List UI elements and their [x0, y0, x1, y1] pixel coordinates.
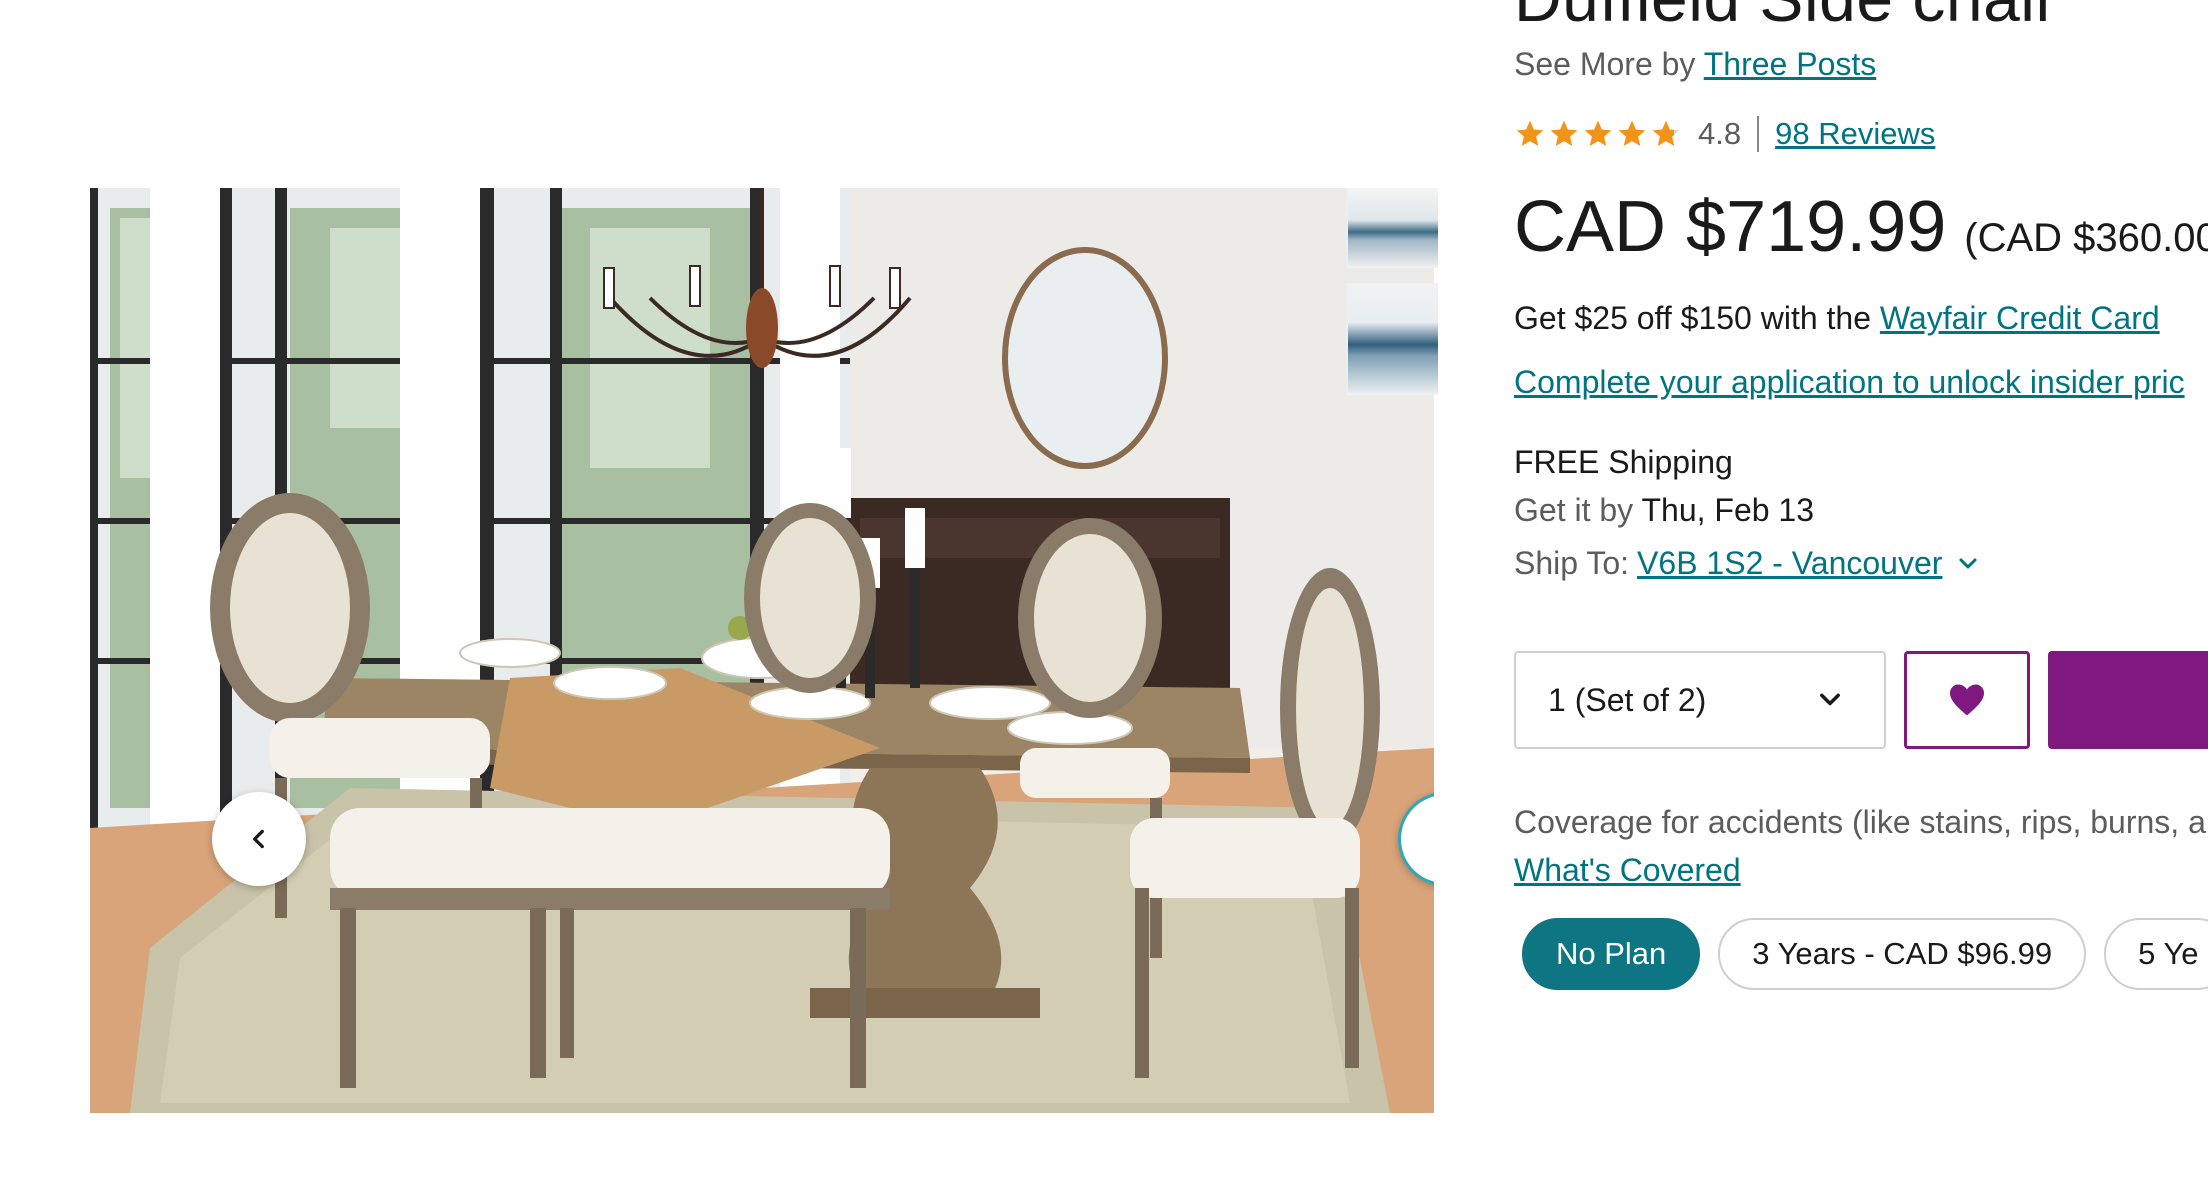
product-info: Duffield Side chair See More by Three Po… — [1514, 0, 2208, 1178]
brand-byline: See More by Three Posts — [1514, 46, 1876, 83]
delivery-date: Thu, Feb 13 — [1641, 492, 1815, 528]
chevron-right-icon — [1432, 826, 1434, 852]
ship-location-link[interactable]: V6B 1S2 - Vancouver — [1637, 545, 1942, 582]
plan-option-no-plan[interactable]: No Plan — [1522, 918, 1701, 990]
star-icon — [1618, 120, 1646, 146]
plan-option-3-years[interactable]: 3 Years - CAD $96.99 — [1718, 918, 2087, 990]
ship-to: Ship To: V6B 1S2 - Vancouver — [1514, 545, 1980, 582]
star-half-icon — [1652, 120, 1680, 146]
plan-option-5-years[interactable]: 5 Ye — [2104, 918, 2208, 990]
dining-room-photo — [90, 188, 1434, 1113]
product-title: Duffield Side chair — [1514, 0, 2058, 36]
thumbnail-image[interactable] — [1346, 188, 1438, 268]
thumbnail-strip — [1346, 188, 1438, 398]
insider-pricing-link[interactable]: Complete your application to unlock insi… — [1514, 364, 2185, 401]
add-to-cart-button[interactable] — [2048, 651, 2208, 749]
delivery-prefix: Get it by — [1514, 492, 1642, 528]
star-icon — [1516, 120, 1544, 146]
heart-icon — [1950, 684, 1984, 716]
credit-card-promo: Get $25 off $150 with the Wayfair Credit… — [1514, 300, 2160, 337]
rating-value: 4.8 — [1698, 116, 1742, 151]
delivery-estimate: Get it by Thu, Feb 13 — [1514, 492, 1814, 529]
protection-plan-options: No Plan 3 Years - CAD $96.99 5 Ye — [1514, 918, 2208, 990]
thumbnail-image[interactable] — [1346, 283, 1438, 395]
star-rating — [1514, 118, 1682, 150]
price-row: CAD $719.99 (CAD $360.00 p — [1514, 186, 2208, 268]
previous-image-button[interactable] — [212, 792, 306, 886]
see-more-label: See More by — [1514, 46, 1704, 82]
ship-to-label: Ship To: — [1514, 545, 1630, 581]
favorite-button[interactable] — [1904, 651, 2030, 749]
quantity-value: 1 (Set of 2) — [1548, 681, 1707, 718]
price: CAD $719.99 — [1514, 187, 1947, 267]
price-per-unit: (CAD $360.00 p — [1964, 216, 2208, 260]
product-image[interactable] — [90, 188, 1434, 1113]
product-page: Duffield Side chair See More by Three Po… — [0, 0, 2208, 1178]
star-icon — [1550, 120, 1578, 146]
free-shipping: FREE Shipping — [1514, 444, 1733, 480]
brand-link[interactable]: Three Posts — [1704, 46, 1877, 82]
reviews-link[interactable]: 98 Reviews — [1775, 116, 1935, 152]
promo-text: Get $25 off $150 with the — [1514, 300, 1880, 336]
credit-card-link[interactable]: Wayfair Credit Card — [1880, 300, 2160, 336]
chevron-down-icon[interactable] — [1956, 552, 1980, 576]
rating-row: 4.8 98 Reviews — [1514, 114, 1935, 154]
quantity-select[interactable]: 1 (Set of 2) — [1514, 651, 1886, 749]
coverage-text: Coverage for accidents (like stains, rip… — [1514, 804, 2206, 840]
star-icon — [1584, 120, 1612, 146]
divider — [1757, 116, 1760, 152]
whats-covered-link[interactable]: What's Covered — [1514, 852, 1741, 889]
chevron-left-icon — [253, 829, 264, 849]
chevron-down-icon — [1820, 693, 1840, 706]
